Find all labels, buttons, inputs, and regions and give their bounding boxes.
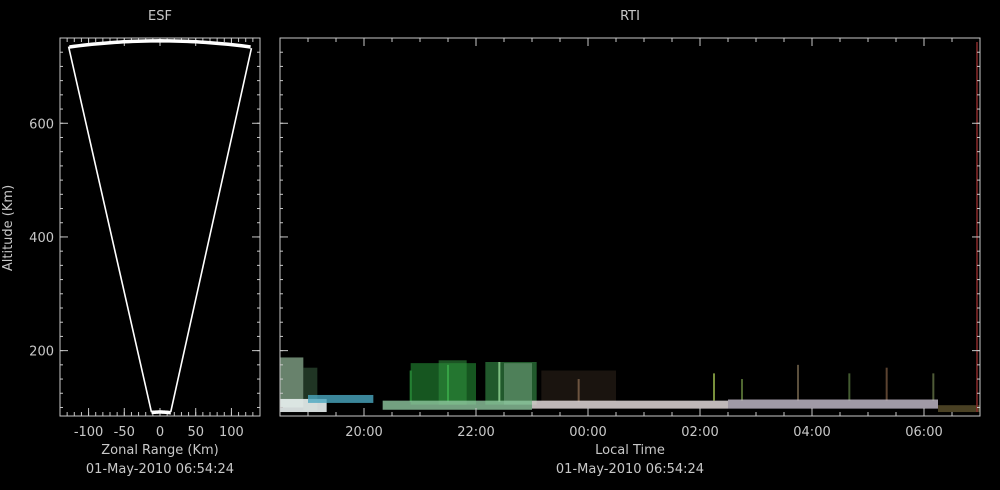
rti-echo-spike (885, 367, 888, 401)
rti-panel: RTI 20:00 22:00 00:00 02:00 04:00 06:00 Local… (279, 9, 981, 477)
rti-axes-frame (279, 37, 981, 417)
rti-echo-spike (848, 373, 851, 401)
rti-echo-spike (797, 364, 799, 401)
esf-x-tick-label: 0 (156, 425, 164, 440)
rti-x-tick-label: 00:00 (569, 425, 606, 440)
rti-echo-spike (447, 364, 449, 402)
esf-footer-timestamp: 01-May-2010 06:54:24 (86, 462, 234, 477)
rti-bottom-layer (308, 394, 374, 403)
esf-x-tick-label: 100 (219, 425, 244, 440)
esf-x-tick-label: -50 (114, 425, 135, 440)
esf-axes-frame (59, 37, 261, 417)
esf-x-tick-label: -100 (74, 425, 104, 440)
esf-beam-right-edge (169, 48, 253, 413)
esf-panel: ESF 200 400 600 -100 -50 0 50 100 Altitude (Km)… (1, 9, 261, 477)
rti-x-tick-label: 04:00 (793, 425, 830, 440)
rti-echo-spike (932, 373, 935, 401)
rti-x-tick-label: 02:00 (681, 425, 718, 440)
rti-x-tick-label: 06:00 (905, 425, 942, 440)
esf-rti-figure: ESF 200 400 600 -100 -50 0 50 100 Altitude (Km)… (1, 9, 981, 477)
esf-ylabel: Altitude (Km) (1, 185, 16, 271)
rti-x-tick-label: 22:00 (457, 425, 494, 440)
rti-footer-timestamp: 01-May-2010 06:54:24 (556, 462, 704, 477)
rti-echo-spike (498, 362, 501, 402)
esf-y-tick-label: 400 (29, 231, 54, 246)
esf-title: ESF (148, 9, 172, 24)
esf-y-tick-label: 200 (29, 345, 54, 360)
rti-bottom-layer (728, 399, 938, 409)
rti-bottom-layer (382, 400, 532, 410)
esf-y-tick-label: 600 (29, 117, 54, 132)
rti-echo-spike (409, 370, 412, 402)
esf-beam-left-edge (67, 46, 153, 413)
rti-echo-spike (741, 379, 743, 401)
rti-plot-area: 20:00 22:00 00:00 02:00 04:00 06:00 (279, 37, 981, 440)
rti-bottom-layer (938, 405, 980, 413)
rti-echo-region (438, 360, 467, 405)
rti-echo-spike (577, 379, 580, 402)
rti-x-tick-label: 20:00 (345, 425, 382, 440)
rti-echo-spike (713, 373, 715, 401)
esf-beam-inner-arc (151, 410, 171, 415)
rti-xlabel: Local Time (595, 443, 665, 458)
rti-bottom-layer (532, 400, 728, 409)
rti-echo-region (504, 363, 532, 405)
esf-x-tick-label: 50 (187, 425, 204, 440)
esf-plot-area: 200 400 600 -100 -50 0 50 100 (29, 37, 261, 440)
esf-xlabel: Zonal Range (Km) (101, 443, 218, 458)
rti-title: RTI (620, 9, 640, 24)
